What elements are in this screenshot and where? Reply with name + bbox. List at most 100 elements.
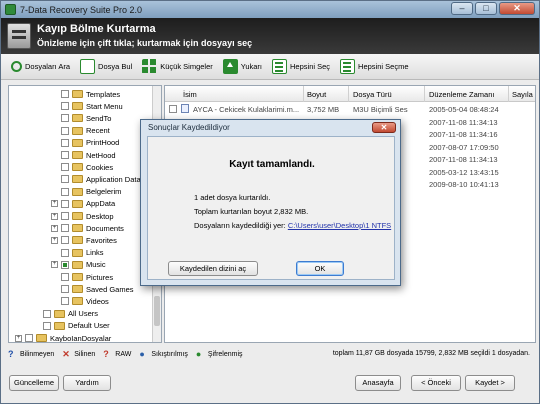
tree-item[interactable]: SendTo — [51, 112, 111, 124]
tree-item[interactable]: Recent — [51, 125, 110, 137]
tree-checkbox[interactable] — [61, 273, 69, 281]
back-button[interactable]: < Önceki — [411, 375, 461, 391]
tree-checkbox[interactable] — [61, 199, 69, 208]
search-files-button[interactable]: Dosyaları Ara — [9, 56, 74, 78]
deleted-icon: ✕ — [62, 348, 70, 359]
maximize-button[interactable]: □ — [475, 2, 497, 15]
tree-checkbox[interactable] — [61, 175, 69, 184]
tree-checkbox[interactable] — [61, 212, 69, 220]
tree-item-label: Recent — [86, 126, 110, 136]
tree-item-label: Desktop — [86, 211, 114, 221]
small-icons-label: Küçük Simgeler — [160, 62, 213, 71]
tree-item[interactable]: + Favorites — [51, 234, 117, 246]
open-folder-button[interactable]: Kaydedilen dizini aç — [168, 261, 258, 276]
tree-checkbox[interactable] — [61, 126, 69, 135]
column-date[interactable]: Düzenleme Zamanı — [429, 90, 494, 99]
tree-checkbox[interactable] — [61, 102, 69, 111]
expand-icon[interactable]: + — [51, 224, 58, 232]
file-row[interactable]: AYCA - Cekicek Kulaklarimi.m... 3,752 MB M… — [165, 103, 535, 115]
tree-scroll-thumb[interactable] — [154, 296, 160, 326]
tree-item-label: SendTo — [86, 113, 112, 123]
tree-item[interactable]: Cookies — [51, 161, 113, 173]
column-separator[interactable] — [508, 86, 509, 102]
tree-checkbox[interactable] — [61, 163, 69, 172]
minimize-button[interactable]: – — [451, 2, 473, 15]
tree-checkbox[interactable] — [61, 114, 69, 123]
tree-item[interactable]: + Music — [51, 259, 106, 271]
column-separator[interactable] — [424, 86, 425, 102]
tree-checkbox[interactable] — [61, 248, 69, 257]
ok-button[interactable]: OK — [296, 261, 344, 276]
tree-item[interactable]: PrintHood — [51, 137, 119, 149]
expand-icon[interactable]: + — [15, 334, 22, 342]
dialog-heading: Kayıt tamamlandı. — [229, 159, 315, 170]
tree-item[interactable]: + AppData — [51, 198, 115, 210]
update-button[interactable]: Güncelleme — [9, 375, 59, 391]
dialog-close-button[interactable]: ✕ — [372, 122, 396, 133]
tree-item[interactable]: Templates — [51, 88, 120, 100]
tree-checkbox[interactable] — [61, 187, 69, 196]
tree-checkbox[interactable] — [61, 90, 69, 98]
save-location-link[interactable]: C:\Users\user\Desktop\1 NTFS — [288, 221, 391, 230]
file-name: AYCA - Cekicek Kulaklarimi.m... — [193, 105, 300, 114]
tree-checkbox[interactable] — [61, 285, 69, 294]
help-button[interactable]: Yardım — [63, 375, 111, 391]
tree-checkbox[interactable] — [61, 138, 69, 147]
expand-icon[interactable]: + — [51, 261, 58, 269]
tree-item[interactable]: + Documents — [51, 222, 124, 234]
close-button[interactable]: ✕ — [499, 2, 535, 15]
tree-item[interactable]: All Users — [33, 308, 98, 320]
select-all-label: Hepsini Seç — [290, 62, 331, 71]
column-separator[interactable] — [348, 86, 349, 102]
folder-icon — [72, 90, 83, 98]
expand-icon[interactable]: + — [51, 236, 58, 244]
tree-checkbox[interactable] — [43, 321, 51, 330]
window-title: 7-Data Recovery Suite Pro 2.0 — [20, 4, 143, 15]
tree-item[interactable]: + Desktop — [51, 210, 114, 222]
expand-icon[interactable]: + — [51, 200, 58, 208]
folder-icon — [72, 285, 83, 294]
tree-item[interactable]: Default User — [33, 320, 110, 332]
tree-checkbox[interactable] — [61, 151, 69, 159]
tree-item[interactable]: + KayboIanDosyalar — [15, 332, 111, 342]
tree-item[interactable]: Pictures — [51, 271, 113, 283]
column-name[interactable]: İsim — [183, 90, 197, 99]
tree-checkbox[interactable] — [25, 334, 33, 342]
file-checkbox[interactable] — [169, 105, 177, 113]
tree-item[interactable]: Belgelerim — [51, 186, 121, 198]
tree-checkbox[interactable] — [43, 309, 51, 318]
tree-item[interactable]: NetHood — [51, 149, 116, 161]
column-size[interactable]: Boyut — [307, 90, 326, 99]
tree-item[interactable]: Start Menu — [51, 100, 123, 112]
select-all-button[interactable]: Hepsini Seç — [270, 56, 334, 78]
tree-item[interactable]: Links — [51, 247, 104, 259]
expand-icon[interactable]: + — [51, 212, 58, 220]
tree-checkbox[interactable] — [61, 260, 69, 269]
column-separator[interactable] — [303, 86, 304, 102]
folder-icon — [72, 138, 83, 147]
up-button[interactable]: Yukarı — [221, 56, 266, 78]
tree-item[interactable]: Saved Games — [51, 283, 134, 295]
home-button[interactable]: Anasayfa — [355, 375, 401, 391]
find-file-button[interactable]: Dosya Bul — [78, 56, 136, 78]
tree-checkbox[interactable] — [61, 224, 69, 233]
file-date: 2007-11-08 11:34:16 — [429, 130, 498, 139]
legend-label: Silinen — [74, 350, 96, 358]
column-type[interactable]: Dosya Türü — [353, 90, 392, 99]
file-list-header: İsim Boyut Dosya Türü Düzenleme Zamanı S… — [165, 86, 535, 102]
file-date: 2007-11-08 11:34:13 — [429, 155, 498, 164]
deselect-all-button[interactable]: Hepsini Seçme — [338, 56, 412, 78]
save-button[interactable]: Kaydet > — [465, 375, 515, 391]
folder-icon — [72, 163, 83, 172]
legend-item: ✕ Silinen — [62, 348, 96, 359]
tree-checkbox[interactable] — [61, 297, 69, 306]
folder-tree[interactable]: Templates Start Menu SendTo Recent PrintHood… — [8, 85, 162, 343]
tree-item[interactable]: Videos — [51, 295, 109, 307]
small-icons-button[interactable]: Küçük Simgeler — [140, 56, 217, 78]
tree-checkbox[interactable] — [61, 236, 69, 245]
tree-item[interactable]: Application Data — [51, 173, 141, 185]
column-count[interactable]: Sayıla — [512, 90, 533, 99]
